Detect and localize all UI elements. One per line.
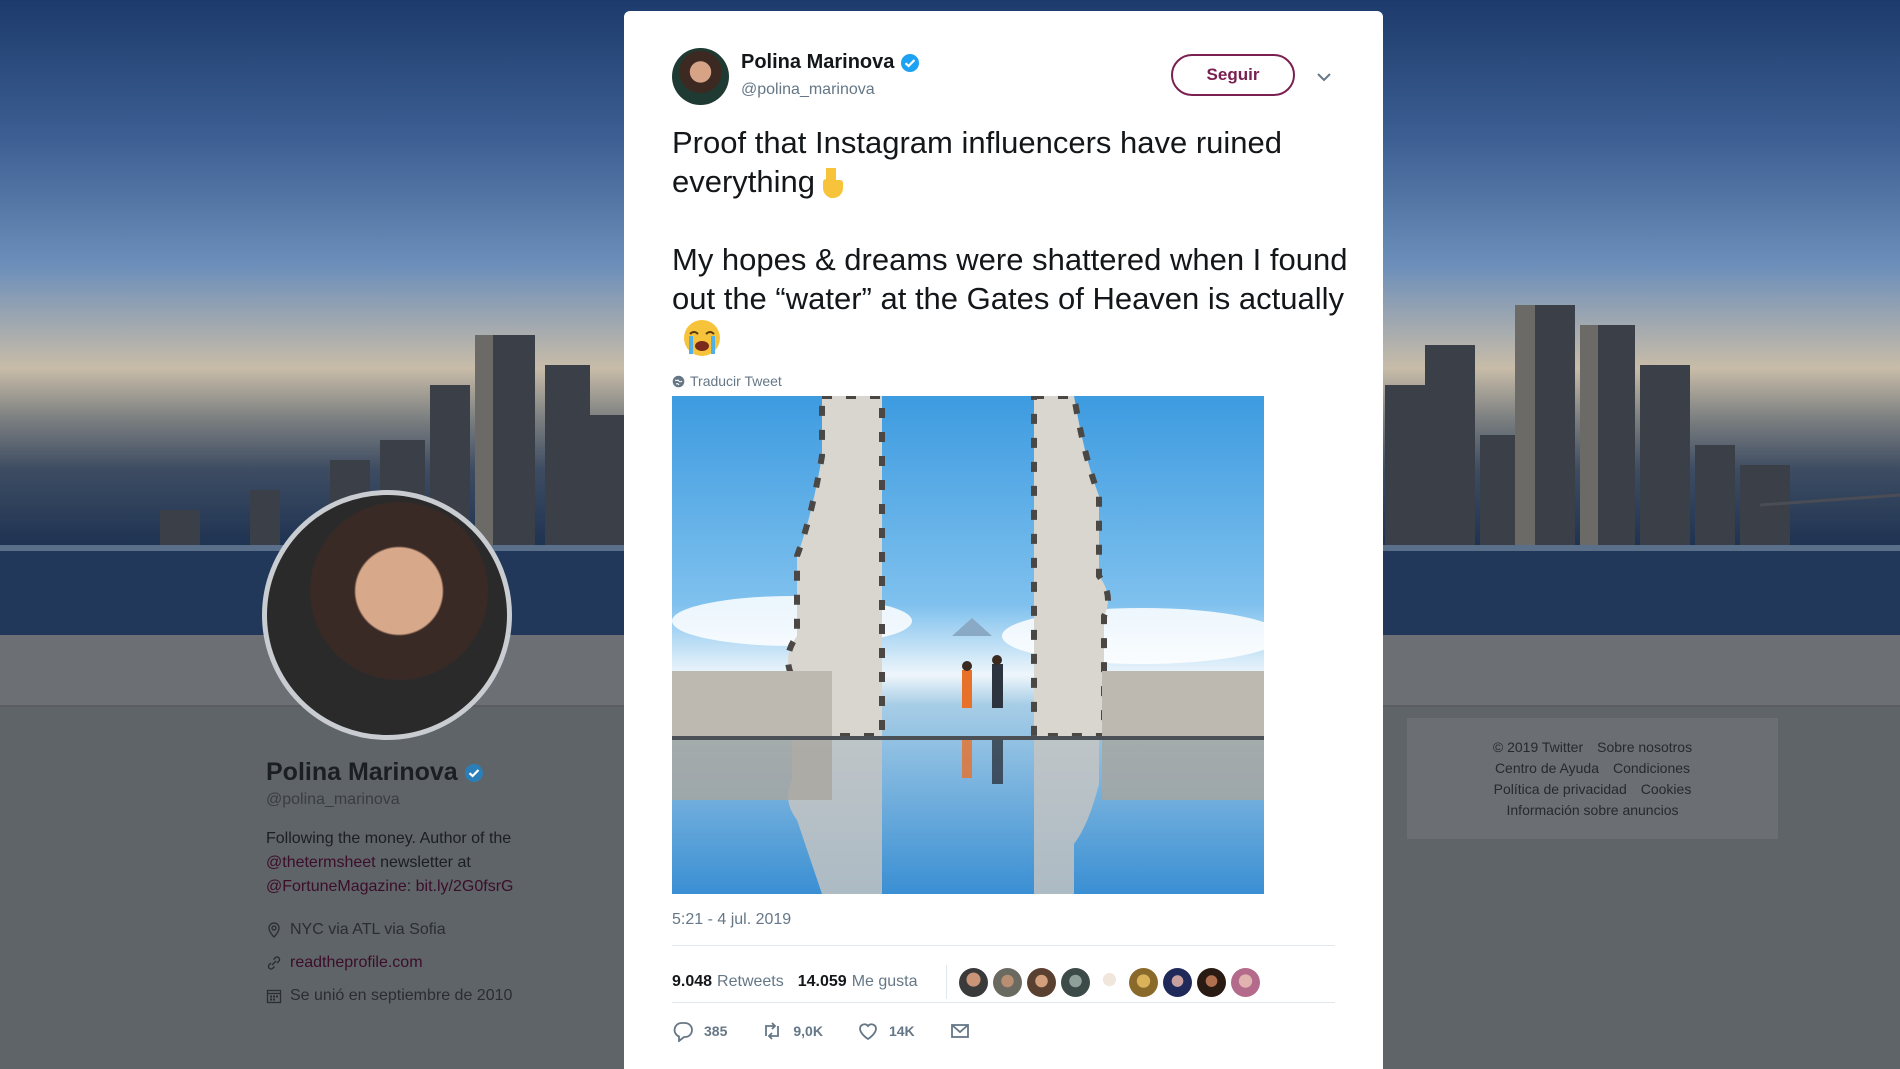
retweets-stat[interactable]: 9.048 Retweets [672,973,784,991]
profile-bio: Following the money. Author of the @thet… [266,827,566,899]
profile-location: NYC via ATL via Sofia [266,913,566,946]
tweet-author-name-text[interactable]: Polina Marinova [741,51,894,74]
gates-of-heaven-image [672,396,1264,894]
calendar-icon [266,989,282,1003]
tweet-modal: Polina Marinova @polina_marinova Seguir … [624,11,1383,1069]
retweets-label: Retweets [717,973,784,990]
profile-name[interactable]: Polina Marinova [266,758,566,787]
bio-link[interactable]: bit.ly/2G0fsrG [416,878,514,895]
footer-help-link[interactable]: Centro de Ayuda [1495,760,1599,776]
reply-button[interactable]: 385 [672,1020,727,1042]
liker-avatar[interactable] [1196,967,1226,997]
profile-joined-text: Se unió en septiembre de 2010 [290,986,513,1004]
translate-tweet-label[interactable]: Traducir Tweet [690,373,782,389]
retweets-count: 9.048 [672,973,713,990]
liker-avatar[interactable] [1128,967,1158,997]
verified-badge-icon [901,53,920,72]
like-count: 14K [888,1023,915,1039]
footer-privacy-link[interactable]: Política de privacidad [1494,781,1627,797]
tweet-stats: 9.048 Retweets 14.059 Me gusta [672,962,1260,1002]
bio-separator: : [406,878,416,895]
liker-avatar[interactable] [1026,967,1056,997]
profile-name-text[interactable]: Polina Marinova [266,758,458,787]
likes-label: Me gusta [851,973,918,990]
tweet-photo[interactable] [672,396,1264,894]
liker-avatars [945,965,1260,999]
footer-about-link[interactable]: Sobre nosotros [1597,739,1692,755]
liker-avatar[interactable] [1230,967,1260,997]
retweet-button[interactable]: 9,0K [761,1020,823,1042]
footer-links: © 2019 Twitter Sobre nosotros Centro de … [1407,718,1778,839]
tweet-timestamp[interactable]: 5:21 - 4 jul. 2019 [672,911,791,929]
profile-meta: NYC via ATL via Sofia readtheprofile.com… [266,913,566,1012]
like-icon [859,1023,877,1041]
tweet-author-name[interactable]: Polina Marinova [741,51,920,74]
tweet-author-handle[interactable]: @polina_marinova [741,81,875,99]
location-pin-icon [268,921,280,938]
profile-joined: Se unió en septiembre de 2010 [266,979,566,1012]
footer-ads-link[interactable]: Información sobre anuncios [1507,802,1679,818]
bio-text-mid: newsletter at [375,854,471,871]
like-button[interactable]: 14K [857,1020,915,1042]
globe-icon [672,375,685,387]
profile-website-link[interactable]: readtheprofile.com [290,954,423,972]
translate-tweet-link[interactable]: Traducir Tweet [672,373,782,389]
message-icon [950,1024,969,1038]
liker-avatar[interactable] [1094,967,1124,997]
profile-card: Polina Marinova @polina_marinova Followi… [266,758,566,1012]
footer-cookies-link[interactable]: Cookies [1641,781,1692,797]
liker-avatar[interactable] [1060,967,1090,997]
tweet-author-avatar[interactable] [672,48,729,105]
bio-mention-fortune[interactable]: @FortuneMagazine [266,878,407,895]
divider [672,1002,1335,1003]
tweet-actions: 385 9,0K 14K [672,1020,1005,1042]
liker-avatar[interactable] [958,967,988,997]
crying-face-emoji-icon [684,320,720,356]
retweet-count: 9,0K [793,1023,823,1039]
profile-location-text: NYC via ATL via Sofia [290,920,446,938]
tweet-text-line1: Proof that Instagram influencers have ru… [672,125,1283,199]
direct-message-button[interactable] [949,1020,971,1042]
liker-avatar[interactable] [1162,967,1192,997]
pointing-down-emoji-icon [823,168,844,198]
reply-icon [673,1022,693,1042]
chevron-down-icon[interactable] [1316,71,1332,83]
footer-terms-link[interactable]: Condiciones [1613,760,1690,776]
profile-website: readtheprofile.com [266,946,566,979]
footer-copyright: © 2019 Twitter [1492,739,1584,755]
profile-handle[interactable]: @polina_marinova [266,791,566,809]
verified-badge-icon [464,763,483,782]
liker-avatar[interactable] [992,967,1022,997]
divider [672,945,1335,946]
retweet-icon [765,1022,780,1040]
profile-avatar[interactable] [262,490,512,740]
likes-count: 14.059 [797,973,847,990]
link-icon [267,955,281,970]
tweet-text-line2: My hopes & dreams were shattered when I … [672,242,1348,316]
bio-text: Following the money. Author of the [266,830,512,847]
bio-mention-thetermsheet[interactable]: @thetermsheet [266,854,376,871]
follow-button[interactable]: Seguir [1171,54,1295,96]
likes-stat[interactable]: 14.059 Me gusta [798,973,918,991]
reply-count: 385 [704,1023,728,1039]
tweet-text: Proof that Instagram influencers have ru… [672,123,1352,359]
